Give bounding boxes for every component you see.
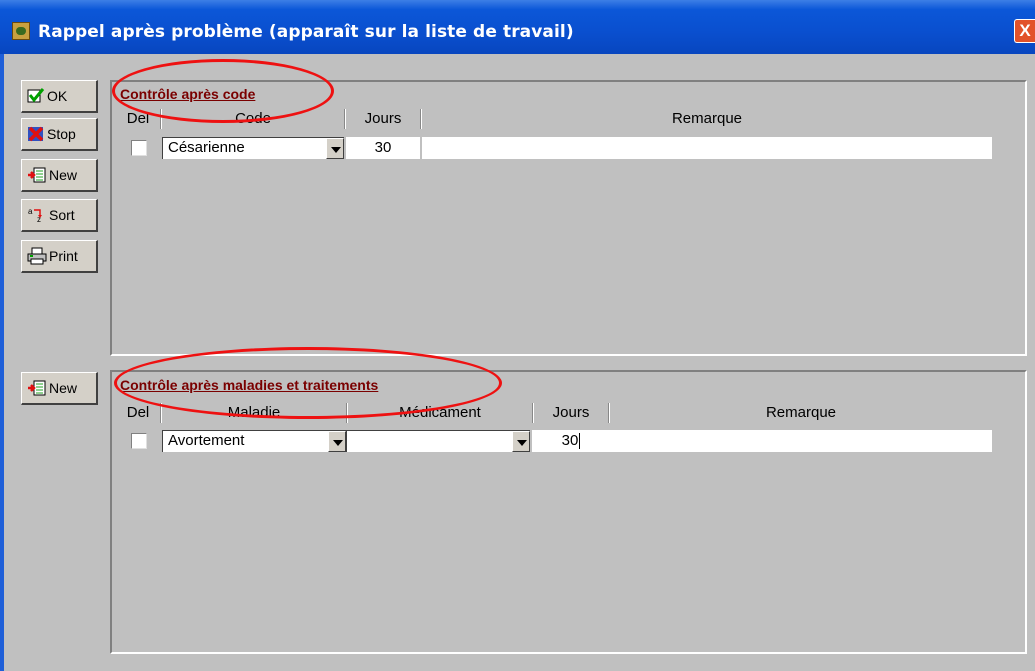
new-row-icon [28, 167, 46, 183]
new-button[interactable]: New [21, 159, 98, 192]
svg-text:a: a [28, 207, 33, 216]
dropdown-arrow-icon[interactable] [512, 431, 530, 452]
new-label: New [49, 167, 78, 183]
jours-cell[interactable]: 30 [346, 137, 420, 159]
stop-button[interactable]: Stop [21, 118, 98, 151]
jours-value: 30 [561, 432, 579, 449]
code-combo[interactable]: Césarienne [162, 137, 344, 159]
remarque-cell[interactable] [422, 137, 992, 159]
annotation-ellipse [112, 59, 334, 123]
sort-button[interactable]: az Sort [21, 199, 98, 232]
col-sep [420, 109, 422, 129]
col-remarque: Remarque [765, 404, 837, 421]
printer-icon [27, 247, 47, 265]
print-label: Print [49, 248, 78, 264]
close-button[interactable]: X [1014, 19, 1035, 43]
medicament-combo[interactable] [346, 430, 530, 452]
maladie-value: Avortement [168, 432, 245, 449]
dropdown-arrow-icon[interactable] [326, 138, 344, 159]
col-sep [344, 109, 346, 129]
app-icon [12, 22, 30, 40]
col-jours: Jours [364, 110, 402, 127]
col-sep [608, 403, 610, 423]
maladie-combo[interactable]: Avortement [162, 430, 346, 452]
print-button[interactable]: Print [21, 240, 98, 273]
col-sep [532, 403, 534, 423]
col-remarque: Remarque [671, 110, 743, 127]
check-icon [27, 88, 45, 103]
remarque-cell[interactable] [610, 430, 992, 452]
ok-button[interactable]: OK [21, 80, 98, 113]
code-value: Césarienne [168, 139, 245, 156]
dialog-window: Rappel après problème (apparaît sur la l… [0, 0, 1035, 671]
sort-label: Sort [49, 207, 75, 223]
sort-az-icon: az [28, 207, 42, 224]
stop-label: Stop [47, 126, 76, 142]
del-checkbox[interactable] [131, 140, 147, 156]
dropdown-arrow-icon[interactable] [328, 431, 346, 452]
col-del: Del [126, 404, 150, 421]
jours-cell[interactable]: 30 [532, 430, 610, 452]
col-jours: Jours [552, 404, 590, 421]
del-checkbox[interactable] [131, 433, 147, 449]
new-maladie-button[interactable]: New [21, 372, 98, 405]
window-title: Rappel après problème (apparaît sur la l… [38, 22, 574, 42]
new-label: New [49, 380, 78, 396]
ok-label: OK [47, 88, 68, 104]
text-cursor [579, 433, 581, 450]
title-bar[interactable]: Rappel après problème (apparaît sur la l… [0, 0, 1035, 54]
annotation-ellipse [114, 347, 502, 419]
new-row-icon [28, 380, 46, 396]
stop-x-icon [28, 126, 44, 142]
